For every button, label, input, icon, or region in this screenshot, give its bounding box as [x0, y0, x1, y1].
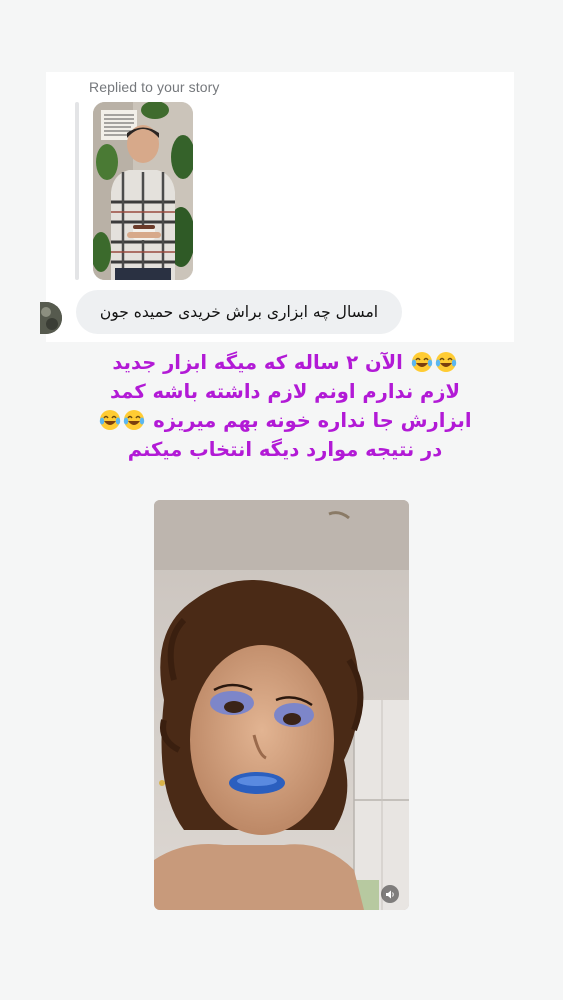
caption-line-4: در نتیجه موارد دیگه انتخاب میکنم	[127, 438, 443, 461]
story-caption: الآن ۲ ساله که میگه ابزار جدید لازم ندار…	[60, 348, 510, 464]
caption-text-3: ابزارش جا نداره خونه بهم میریزه	[153, 409, 472, 432]
avatar-image	[40, 302, 62, 334]
message-bubble[interactable]: امسال چه ابزاری براش خریدی حمیده جون	[76, 290, 402, 334]
speaker-icon	[385, 890, 394, 898]
sender-avatar[interactable]	[40, 302, 62, 334]
reply-quote-bar	[75, 102, 79, 280]
laughing-emoji-icon	[100, 410, 121, 430]
laughing-emoji-icon	[124, 410, 145, 430]
story-photo	[93, 102, 193, 280]
video-player[interactable]	[154, 500, 409, 910]
caption-line-2: لازم ندارم اونم لازم داشته باشه کمد	[110, 380, 460, 403]
message-text: امسال چه ابزاری براش خریدی حمیده جون	[99, 303, 379, 321]
laughing-emoji-icon	[435, 352, 456, 372]
sound-toggle-button[interactable]	[381, 885, 399, 903]
story-thumbnail[interactable]	[93, 102, 193, 280]
dm-reply-card: Replied to your story امسال چه ابزاری بر…	[40, 72, 514, 342]
replied-to-story-label: Replied to your story	[89, 79, 220, 95]
caption-line-3: ابزارش جا نداره خونه بهم میریزه	[60, 406, 510, 435]
caption-line-1: الآن ۲ ساله که میگه ابزار جدید	[60, 348, 510, 377]
video-frame-image	[154, 500, 409, 910]
laughing-emoji-icon	[411, 352, 432, 372]
caption-text-1: الآن ۲ ساله که میگه ابزار جدید	[112, 351, 403, 374]
